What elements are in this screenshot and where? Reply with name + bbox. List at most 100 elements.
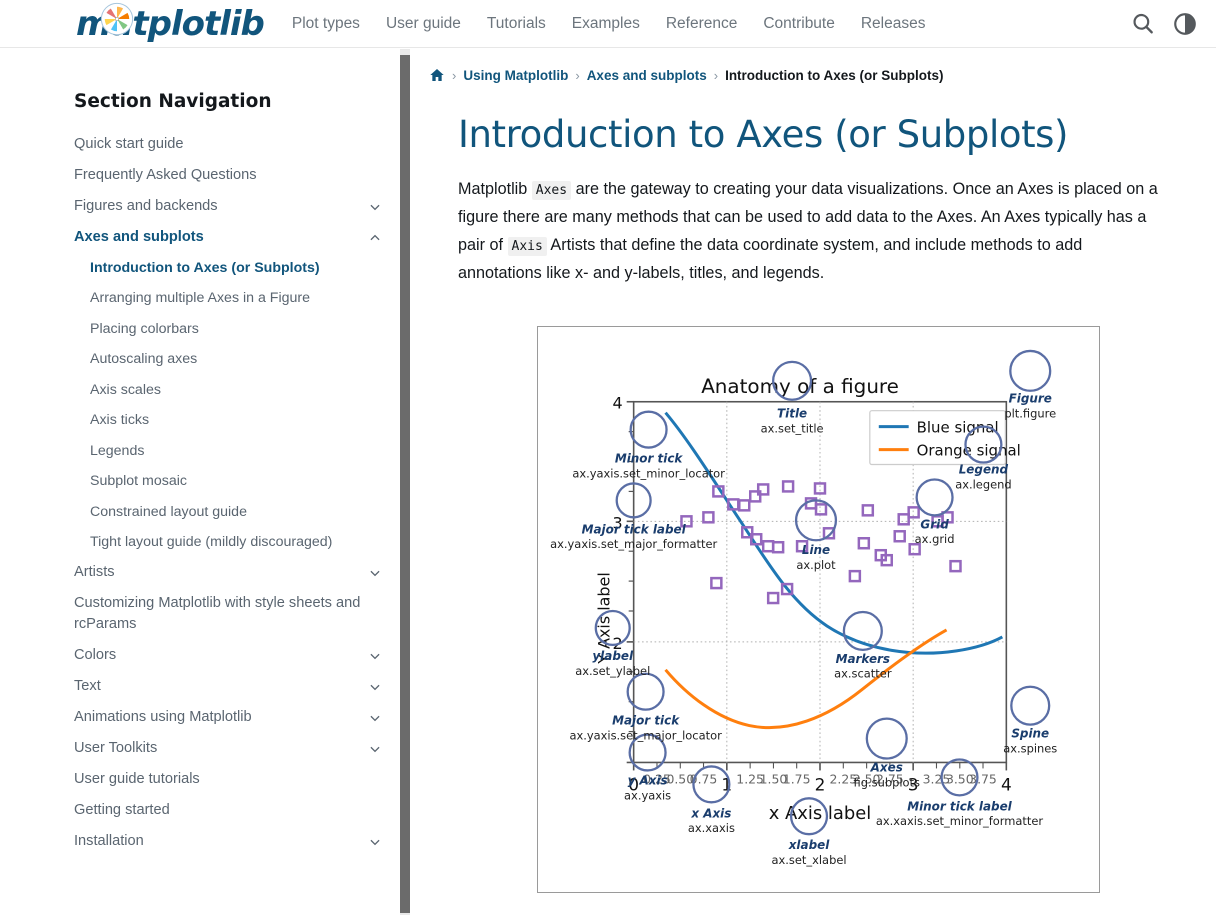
annotation-code-figure: plt.figure (1004, 407, 1056, 421)
sidebar-item-user-toolkits[interactable]: User Toolkits (74, 733, 400, 764)
chart-xlabel: x Axis label (769, 803, 872, 824)
annotation-title-yaxis: y Axis (628, 773, 668, 787)
annotation-title-spine: Spine (1011, 727, 1049, 741)
intro-text-part1: Matplotlib (458, 180, 532, 198)
matplotlib-wheel-logo-icon (100, 2, 134, 36)
annotation-title-figure: Figure (1009, 392, 1052, 406)
sidebar-item-axis-ticks[interactable]: Axis ticks (74, 405, 400, 435)
chevron-down-icon[interactable] (368, 680, 382, 694)
sidebar-item-artists[interactable]: Artists (74, 557, 400, 588)
sidebar-item-autoscaling-axes[interactable]: Autoscaling axes (74, 344, 400, 374)
sidebar-item-label: Colors (74, 647, 117, 664)
breadcrumb-item-using-matplotlib[interactable]: Using Matplotlib (463, 68, 568, 83)
home-icon[interactable] (429, 67, 445, 83)
sidebar-item-installation[interactable]: Installation (74, 826, 400, 857)
x-minor-tick-label-175: 1.75 (783, 771, 811, 786)
theme-toggle-icon[interactable] (1172, 11, 1198, 37)
sidebar-item-label: Legends (90, 442, 145, 459)
sidebar-item-label: Tight layout guide (mildly discouraged) (90, 533, 333, 550)
x-tick-label-4: 4 (1001, 774, 1012, 794)
sidebar-item-subplot-mosaic[interactable]: Subplot mosaic (74, 466, 400, 496)
sidebar-item-quick-start-guide[interactable]: Quick start guide (74, 129, 400, 160)
annotation-code-yaxis: ax.yaxis (624, 788, 671, 802)
nav-link-contribute[interactable]: Contribute (763, 15, 835, 33)
annotation-title-xlabel: xlabel (788, 838, 830, 852)
sidebar-item-legends[interactable]: Legends (74, 436, 400, 466)
search-icon[interactable] (1130, 11, 1156, 37)
annotation-title-line: Line (802, 543, 830, 557)
anatomy-of-a-figure-image[interactable]: 4 3 2 0 1 2 3 4 0.25 0.50 0.75 1.25 1.50… (537, 326, 1100, 893)
sidebar-item-label: Frequently Asked Questions (74, 167, 257, 183)
breadcrumb: › Using Matplotlib › Axes and subplots ›… (429, 67, 1216, 83)
annotation-code-legend: ax.legend (955, 477, 1011, 491)
sidebar-item-colors[interactable]: Colors (74, 640, 400, 671)
chevron-down-icon[interactable] (368, 649, 382, 663)
sidebar-item-list: Quick start guide Frequently Asked Questi… (74, 129, 400, 857)
chevron-down-icon[interactable] (368, 835, 382, 849)
sidebar-item-getting-started[interactable]: Getting started (74, 795, 400, 826)
sidebar-item-tight-layout-guide-mildly-discouraged[interactable]: Tight layout guide (mildly discouraged) (74, 527, 400, 557)
sidebar-item-arranging-multiple-axes-in-a-figure[interactable]: Arranging multiple Axes in a Figure (74, 283, 400, 313)
annotation-code-grid: ax.grid (915, 532, 955, 546)
anatomy-figure-svg: 4 3 2 0 1 2 3 4 0.25 0.50 0.75 1.25 1.50… (550, 349, 1057, 867)
sidebar-item-label: Introduction to Axes (or Subplots) (90, 260, 320, 276)
nav-link-user-guide[interactable]: User guide (386, 15, 461, 33)
breadcrumb-separator-1: › (452, 67, 457, 83)
sidebar-item-axes-and-subplots[interactable]: Axes and subplots (74, 222, 400, 253)
annotation-title-markers: Markers (836, 652, 890, 666)
nav-link-examples[interactable]: Examples (572, 15, 640, 33)
sidebar-item-text[interactable]: Text (74, 671, 400, 702)
annotation-title-minor-tick-label: Minor tick label (907, 799, 1012, 813)
sidebar-item-label: Quick start guide (74, 136, 184, 152)
annotation-code-ylabel: ax.set_ylabel (575, 664, 650, 678)
sidebar-item-label: Placing colorbars (90, 320, 199, 337)
annotation-title-minor-tick: Minor tick (615, 452, 684, 466)
annotation-title-legend: Legend (959, 462, 1009, 476)
sidebar-item-label: Animations using Matplotlib (74, 709, 252, 726)
nav-link-releases[interactable]: Releases (861, 15, 926, 33)
inline-code-axis: Axis (507, 236, 547, 256)
inline-code-axes: Axes (531, 181, 572, 200)
nav-link-plot-types[interactable]: Plot types (292, 15, 360, 33)
chevron-down-icon[interactable] (368, 742, 382, 756)
annotation-code-line: ax.plot (796, 558, 836, 572)
nav-link-tutorials[interactable]: Tutorials (487, 15, 546, 33)
main-content: › Using Matplotlib › Axes and subplots ›… (411, 49, 1216, 915)
chevron-down-icon[interactable] (368, 711, 382, 725)
sidebar-item-frequently-asked-questions[interactable]: Frequently Asked Questions (74, 160, 400, 191)
annotation-title-axes: Axes (870, 760, 903, 774)
series-line-orange-signal (664, 628, 948, 730)
annotation-ring-grid (915, 478, 954, 517)
page-title: Introduction to Axes (or Subplots) (458, 113, 1069, 156)
sidebar-item-constrained-layout-guide[interactable]: Constrained layout guide (74, 497, 400, 527)
site-header: matplotlib Plot types User guide Tutoria… (0, 0, 1216, 48)
annotation-ring-figure (1009, 349, 1052, 392)
sidebar-item-axis-scales[interactable]: Axis scales (74, 375, 400, 405)
site-logo[interactable]: matplotlib (76, 2, 265, 44)
sidebar-item-animations-using-matplotlib[interactable]: Animations using Matplotlib (74, 702, 400, 733)
sidebar-item-user-guide-tutorials[interactable]: User guide tutorials (74, 764, 400, 795)
chevron-down-icon[interactable] (368, 200, 382, 214)
sidebar-scrollbar-track[interactable] (400, 49, 410, 915)
breadcrumb-item-axes-and-subplots[interactable]: Axes and subplots (587, 68, 707, 83)
annotation-code-major-tick-label: ax.yaxis.set_major_formatter (550, 537, 717, 551)
sidebar-item-label: Text (74, 678, 101, 695)
chevron-down-icon[interactable] (368, 566, 382, 580)
annotation-title-xaxis: x Axis (690, 806, 731, 820)
sidebar-scrollbar-thumb[interactable] (400, 55, 410, 913)
sidebar-item-placing-colorbars[interactable]: Placing colorbars (74, 314, 400, 344)
sidebar-item-customizing-matplotlib-with-style-sheets[interactable]: Customizing Matplotlib with style sheets… (74, 588, 400, 640)
annotation-code-xlabel: ax.set_xlabel (772, 853, 847, 867)
header-icon-group (1130, 0, 1198, 48)
annotation-code-axes: fig.subplots (854, 775, 920, 789)
chevron-up-icon[interactable] (368, 231, 382, 245)
sidebar-item-introduction-to-axes-or-subplots[interactable]: Introduction to Axes (or Subplots) (74, 253, 400, 283)
nav-link-reference[interactable]: Reference (666, 15, 738, 33)
annotation-ring-minor-tick (629, 410, 668, 449)
chart-title: Anatomy of a figure (701, 375, 899, 398)
sidebar-item-figures-and-backends[interactable]: Figures and backends (74, 191, 400, 222)
annotation-title-major-tick-label: Major tick label (582, 522, 687, 536)
sidebar-item-label: Axis scales (90, 381, 161, 398)
annotation-code-markers: ax.scatter (834, 667, 892, 681)
annotation-code-spine: ax.spines (1003, 741, 1057, 755)
